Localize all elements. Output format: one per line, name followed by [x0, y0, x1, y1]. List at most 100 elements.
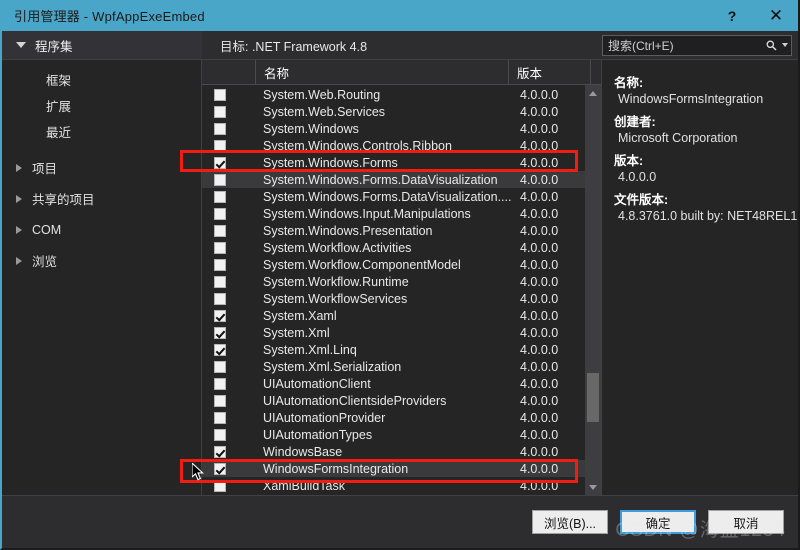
- row-checkbox-cell[interactable]: [202, 360, 255, 373]
- checkbox-unchecked-icon[interactable]: [214, 275, 226, 288]
- table-row[interactable]: System.Web.Routing 4.0.0.0: [202, 86, 585, 103]
- table-row[interactable]: UIAutomationTypes 4.0.0.0: [202, 426, 585, 443]
- row-checkbox-cell[interactable]: [202, 173, 255, 186]
- table-row[interactable]: System.Workflow.Activities 4.0.0.0: [202, 239, 585, 256]
- checkbox-unchecked-icon[interactable]: [214, 224, 226, 237]
- row-checkbox-cell[interactable]: [202, 275, 255, 288]
- table-row[interactable]: WindowsBase 4.0.0.0: [202, 443, 585, 460]
- table-row[interactable]: XamlBuildTask 4.0.0.0: [202, 477, 585, 494]
- help-icon[interactable]: ?: [710, 0, 754, 31]
- table-row[interactable]: System.Xaml 4.0.0.0: [202, 307, 585, 324]
- row-checkbox-cell[interactable]: [202, 139, 255, 152]
- row-checkbox-cell[interactable]: [202, 445, 255, 458]
- table-row[interactable]: System.Windows.Forms.DataVisualization..…: [202, 188, 585, 205]
- checkbox-unchecked-icon[interactable]: [214, 428, 226, 441]
- row-checkbox-cell[interactable]: [202, 190, 255, 203]
- sidebar-item-extensions[interactable]: 扩展: [2, 92, 201, 118]
- checkbox-checked-icon[interactable]: [214, 156, 226, 169]
- checkbox-unchecked-icon[interactable]: [214, 292, 226, 305]
- search-dropdown-icon[interactable]: [779, 43, 791, 47]
- row-checkbox-cell[interactable]: [202, 343, 255, 356]
- checkbox-unchecked-icon[interactable]: [214, 479, 226, 492]
- sidebar-item-shared-projects[interactable]: 共享的项目: [2, 183, 201, 214]
- table-row[interactable]: System.Xml.Serialization 4.0.0.0: [202, 358, 585, 375]
- scroll-up-icon[interactable]: [585, 85, 601, 101]
- checkbox-unchecked-icon[interactable]: [214, 360, 226, 373]
- checkbox-unchecked-icon[interactable]: [214, 173, 226, 186]
- checkbox-unchecked-icon[interactable]: [214, 241, 226, 254]
- scroll-down-icon[interactable]: [585, 479, 601, 495]
- table-row[interactable]: System.Web.Services 4.0.0.0: [202, 103, 585, 120]
- browse-button[interactable]: 浏览(B)...: [532, 510, 608, 534]
- row-checkbox-cell[interactable]: [202, 462, 255, 475]
- table-row[interactable]: System.WorkflowServices 4.0.0.0: [202, 290, 585, 307]
- checkbox-unchecked-icon[interactable]: [214, 377, 226, 390]
- scrollbar-track[interactable]: [585, 101, 601, 479]
- search-icon[interactable]: [764, 40, 779, 51]
- ok-button[interactable]: 确定: [620, 510, 696, 534]
- checkbox-unchecked-icon[interactable]: [214, 394, 226, 407]
- close-icon[interactable]: ✕: [754, 0, 798, 31]
- table-row[interactable]: System.Xml 4.0.0.0: [202, 324, 585, 341]
- table-row[interactable]: UIAutomationClient 4.0.0.0: [202, 375, 585, 392]
- table-row[interactable]: System.Windows.Presentation 4.0.0.0: [202, 222, 585, 239]
- table-row[interactable]: UIAutomationClientsideProviders 4.0.0.0: [202, 392, 585, 409]
- search-input[interactable]: 搜索(Ctrl+E): [603, 37, 764, 54]
- detail-label-file-version: 文件版本:: [614, 193, 669, 207]
- sidebar-item-label: 框架: [46, 73, 72, 88]
- row-checkbox-cell[interactable]: [202, 309, 255, 322]
- checkbox-checked-icon[interactable]: [214, 326, 226, 339]
- sidebar-item-label: 项目: [32, 162, 58, 176]
- row-checkbox-cell[interactable]: [202, 224, 255, 237]
- sidebar-item-framework[interactable]: 框架: [2, 66, 201, 92]
- row-checkbox-cell[interactable]: [202, 105, 255, 118]
- table-row[interactable]: System.Workflow.Runtime 4.0.0.0: [202, 273, 585, 290]
- table-row[interactable]: System.Xml.Linq 4.0.0.0: [202, 341, 585, 358]
- scrollbar-thumb[interactable]: [587, 373, 599, 423]
- checkbox-checked-icon[interactable]: [214, 445, 226, 458]
- checkbox-unchecked-icon[interactable]: [214, 105, 226, 118]
- checkbox-unchecked-icon[interactable]: [214, 207, 226, 220]
- column-header-version[interactable]: 版本: [509, 60, 591, 84]
- detail-value-creator: Microsoft Corporation: [618, 131, 738, 145]
- table-row[interactable]: System.Windows.Forms 4.0.0.0: [202, 154, 585, 171]
- checkbox-unchecked-icon[interactable]: [214, 190, 226, 203]
- row-checkbox-cell[interactable]: [202, 479, 255, 492]
- list-scrollbar[interactable]: [585, 85, 601, 495]
- table-row[interactable]: System.Windows.Input.Manipulations 4.0.0.…: [202, 205, 585, 222]
- checkbox-unchecked-icon[interactable]: [214, 122, 226, 135]
- row-checkbox-cell[interactable]: [202, 292, 255, 305]
- row-checkbox-cell[interactable]: [202, 241, 255, 254]
- table-row[interactable]: WindowsFormsIntegration 4.0.0.0: [202, 460, 585, 477]
- row-checkbox-cell[interactable]: [202, 122, 255, 135]
- cancel-button[interactable]: 取消: [708, 510, 784, 534]
- sidebar-item-browse[interactable]: 浏览: [2, 245, 201, 276]
- checkbox-checked-icon[interactable]: [214, 343, 226, 356]
- search-box[interactable]: 搜索(Ctrl+E): [602, 34, 792, 56]
- table-row[interactable]: UIAutomationProvider 4.0.0.0: [202, 409, 585, 426]
- table-row[interactable]: System.Workflow.ComponentModel 4.0.0.0: [202, 256, 585, 273]
- row-checkbox-cell[interactable]: [202, 411, 255, 424]
- row-checkbox-cell[interactable]: [202, 377, 255, 390]
- row-checkbox-cell[interactable]: [202, 428, 255, 441]
- row-checkbox-cell[interactable]: [202, 88, 255, 101]
- sidebar-item-recent[interactable]: 最近: [2, 118, 201, 144]
- table-row[interactable]: System.Windows 4.0.0.0: [202, 120, 585, 137]
- table-row[interactable]: System.Windows.Forms.DataVisualization 4.…: [202, 171, 585, 188]
- sidebar-item-com[interactable]: COM: [2, 214, 201, 245]
- checkbox-unchecked-icon[interactable]: [214, 258, 226, 271]
- column-header-name[interactable]: 名称: [256, 60, 509, 84]
- row-checkbox-cell[interactable]: [202, 156, 255, 169]
- checkbox-checked-icon[interactable]: [214, 462, 226, 475]
- sidebar-item-projects[interactable]: 项目: [2, 152, 201, 183]
- table-row[interactable]: System.Windows.Controls.Ribbon 4.0.0.0: [202, 137, 585, 154]
- assembly-group-header[interactable]: 程序集: [2, 31, 202, 59]
- row-checkbox-cell[interactable]: [202, 326, 255, 339]
- row-checkbox-cell[interactable]: [202, 207, 255, 220]
- row-checkbox-cell[interactable]: [202, 258, 255, 271]
- checkbox-checked-icon[interactable]: [214, 309, 226, 322]
- checkbox-unchecked-icon[interactable]: [214, 88, 226, 101]
- row-checkbox-cell[interactable]: [202, 394, 255, 407]
- checkbox-unchecked-icon[interactable]: [214, 139, 226, 152]
- checkbox-unchecked-icon[interactable]: [214, 411, 226, 424]
